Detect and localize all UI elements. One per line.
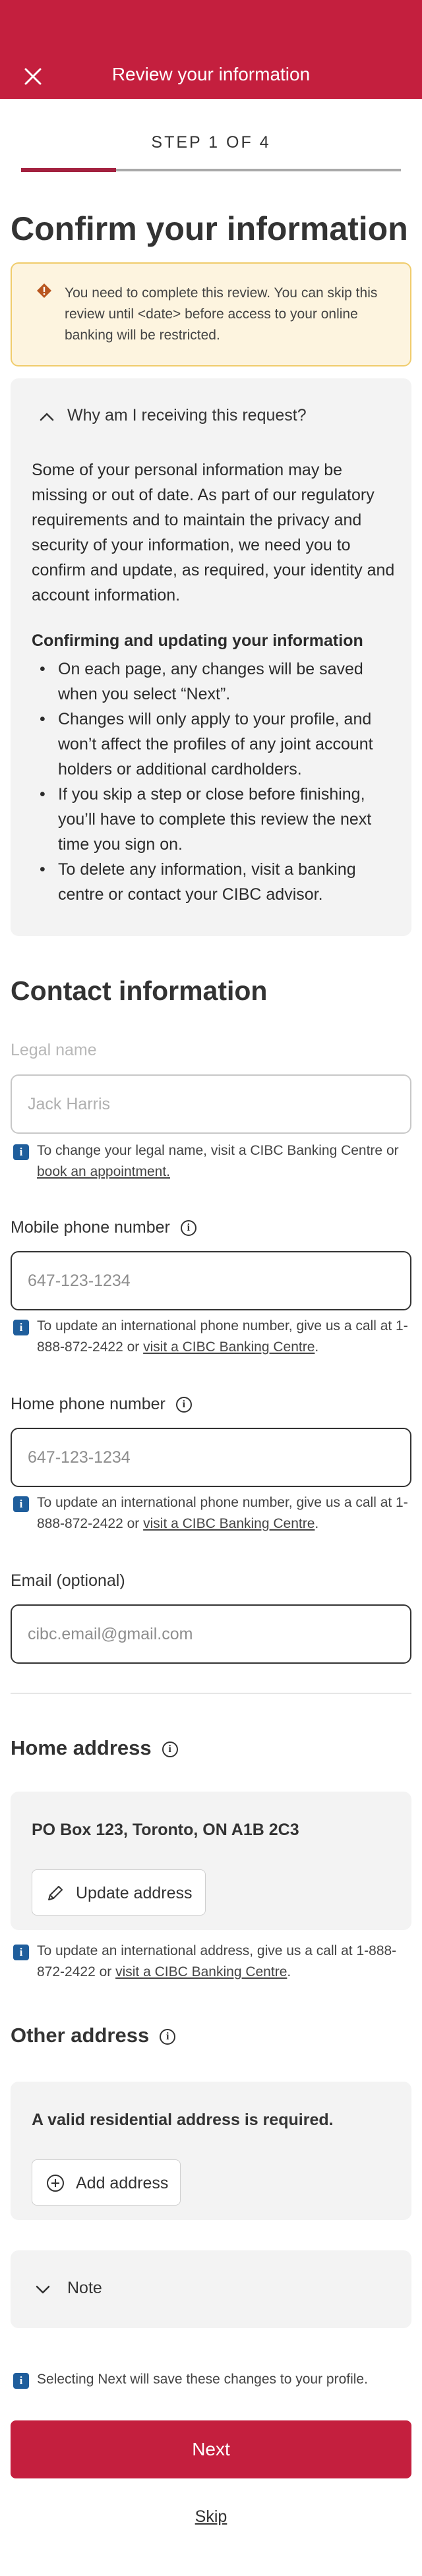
list-item: If you skip a step or close before finis… [32, 782, 401, 857]
page-title: Confirm your information [11, 210, 408, 247]
info-icon[interactable]: i [180, 1220, 196, 1237]
info-icon: i [13, 1320, 29, 1335]
visit-banking-centre-link[interactable]: visit a CIBC Banking Centre [143, 1339, 315, 1355]
visit-banking-centre-link[interactable]: visit a CIBC Banking Centre [143, 1516, 315, 1531]
book-appointment-link[interactable]: book an appointment. [37, 1164, 170, 1179]
note-accordion-label: Note [67, 2279, 102, 2297]
info-icon[interactable]: i [162, 1741, 178, 1757]
next-button[interactable]: Next [11, 2420, 411, 2478]
why-paragraph: Some of your personal information may be… [32, 461, 395, 604]
pencil-icon [48, 1886, 63, 1900]
list-item: On each page, any changes will be saved … [32, 657, 401, 707]
email-field[interactable] [11, 1604, 411, 1664]
chevron-up-icon [40, 413, 54, 421]
header-title: Review your information [111, 64, 311, 84]
why-subheading: Confirming and updating your information [32, 631, 363, 650]
legal-name-field[interactable] [11, 1074, 411, 1134]
step-indicator: STEP 1 OF 4 [151, 133, 271, 152]
email-label: Email (optional) [11, 1571, 125, 1590]
why-accordion-label: Why am I receiving this request? [67, 406, 307, 424]
why-bullet-list: On each page, any changes will be saved … [32, 657, 401, 907]
skip-link[interactable]: Skip [0, 2507, 422, 2527]
visit-banking-centre-link[interactable]: visit a CIBC Banking Centre [115, 1964, 287, 1979]
info-icon: i [13, 2373, 29, 2389]
note-text: Selecting Next will save these changes t… [37, 2372, 368, 2387]
why-accordion-toggle[interactable]: Why am I receiving this request? [11, 378, 411, 455]
chevron-down-icon [36, 2285, 50, 2294]
warning-text: You need to complete this review. You ca… [65, 285, 378, 343]
other-address-heading: Other address i [11, 2024, 176, 2047]
warning-icon [37, 283, 51, 298]
info-icon: i [13, 1496, 29, 1512]
legal-name-label: Legal name [11, 1041, 97, 1059]
progress-bar [21, 168, 401, 172]
info-icon[interactable]: i [160, 2028, 176, 2045]
info-icon: i [13, 1945, 29, 1960]
home-phone-label: Home phone number i [11, 1395, 192, 1414]
section-divider [11, 1693, 411, 1694]
note-accordion-toggle[interactable]: Note [11, 2250, 411, 2328]
list-item: Changes will only apply to your profile,… [32, 707, 401, 782]
home-address-heading: Home address i [11, 1736, 178, 1760]
update-address-label: Update address [76, 1884, 193, 1902]
add-address-label: Add address [76, 2174, 169, 2192]
info-icon: i [13, 1144, 29, 1160]
home-address-card: PO Box 123, Toronto, ON A1B 2C3 Update a… [11, 1792, 411, 1930]
mobile-phone-field[interactable] [11, 1251, 411, 1310]
top-bar: Review your information [0, 0, 422, 99]
note-text: To change your legal name, visit a CIBC … [37, 1143, 399, 1158]
home-address-value: PO Box 123, Toronto, ON A1B 2C3 [32, 1821, 299, 1839]
why-accordion: Why am I receiving this request? Some of… [11, 378, 411, 936]
plus-circle-icon [47, 2175, 64, 2192]
mobile-phone-label: Mobile phone number i [11, 1218, 196, 1237]
other-address-card: A valid residential address is required.… [11, 2082, 411, 2220]
update-address-button[interactable]: Update address [32, 1869, 206, 1916]
home-phone-field[interactable] [11, 1428, 411, 1487]
warning-banner: You need to complete this review. You ca… [11, 262, 411, 366]
info-icon[interactable]: i [175, 1397, 192, 1413]
add-address-button[interactable]: Add address [32, 2159, 181, 2206]
contact-heading: Contact information [11, 976, 268, 1006]
address-required-message: A valid residential address is required. [32, 2111, 334, 2129]
list-item: To delete any information, visit a banki… [32, 857, 401, 907]
progress-bar-fill [21, 168, 116, 172]
